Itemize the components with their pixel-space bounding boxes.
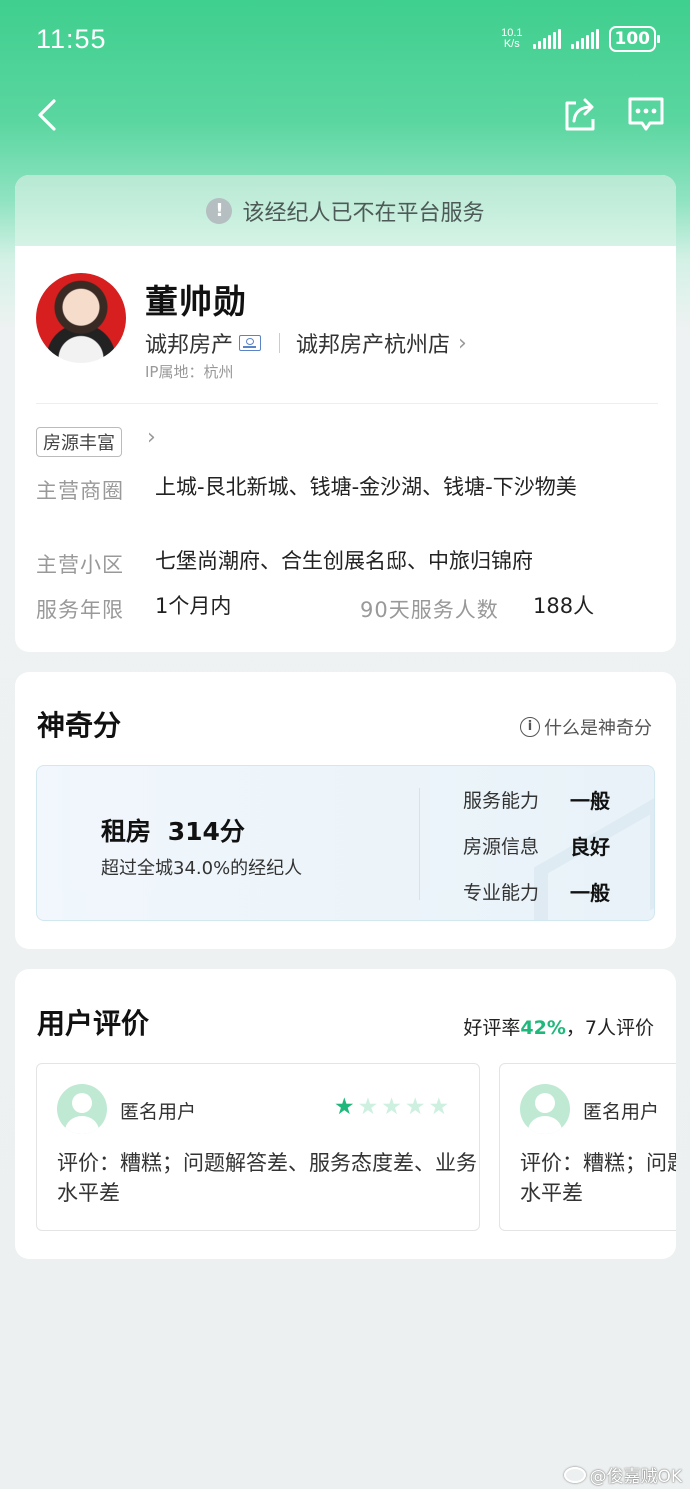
store-name[interactable]: 诚邦房产杭州店 [296,327,450,359]
served-count-label: 90天服务人数 [360,598,499,622]
star-icon: ★ [381,1094,402,1120]
metric-label: 服务能力 [463,790,540,812]
metric-value: 一般 [570,881,610,905]
service-years-value: 1个月内 [155,594,232,618]
review-text: 评价：糟糕；问题解答差、服务态度差、业务水平差 [57,1151,477,1205]
review-rate: 好评率42%，7人评价 [463,1017,654,1039]
listing-tag[interactable]: 房源丰富 [36,427,122,457]
user-avatar-icon [57,1084,107,1134]
review-item[interactable]: 匿名用户 ★★★★★ 评价：糟糕；问题解答差、服务态度差、业务水平差 [36,1063,480,1231]
chevron-left-icon[interactable] [30,95,70,135]
company-name: 诚邦房产 [145,333,234,358]
user-avatar-icon [520,1084,570,1134]
star-icon: ★ [357,1094,379,1120]
review-text: 评价：糟糕；问题解答差、服务态度差、业务水平差 [520,1151,676,1205]
net-speed: 10.1 K/s [501,27,523,50]
id-card-icon [239,335,262,351]
score-box[interactable]: 租房 314分 超过全城34.0%的经纪人 服务能力 一般 房源信息 良好 专业… [36,765,655,921]
battery-icon: 100 [608,26,660,52]
reviews-card: 用户评价 好评率42%，7人评价 匿名用户 ★ ★ ★ ★ ★ 评价：糟糕；问题解答差、… [15,969,676,1259]
community-label: 主营小区 [36,553,124,577]
review-user: 匿名用户 [120,1101,197,1123]
section-divider [36,403,658,404]
status-time: 11:55 [36,24,107,54]
served-count-value: 188人 [533,594,595,618]
info-icon: i [520,717,540,737]
nav-bar [0,85,690,145]
reviews-title: 用户评价 [37,1007,150,1040]
chevron-right-icon[interactable]: › [147,425,156,450]
weibo-icon [564,1466,587,1483]
magic-score-title: 神奇分 [37,709,122,742]
signal-icon [532,29,561,49]
message-icon[interactable] [624,93,668,135]
score-percentile: 超过全城34.0%的经纪人 [101,858,303,879]
star-icon: ★ [334,1094,355,1120]
chevron-right-icon[interactable]: › [458,331,467,356]
ip-location: IP属地：杭州 [145,363,234,381]
metric-value: 一般 [570,789,610,813]
metric-label: 房源信息 [463,836,540,858]
divider [419,788,420,900]
business-area-label: 主营商圈 [36,479,124,503]
status-bar: 11:55 10.1 K/s 100 [0,0,690,80]
metric-label: 专业能力 [463,882,540,904]
exclamation-icon: ! [206,197,233,224]
watermark: @俊嘉贼OK [564,1462,682,1487]
magic-score-help[interactable]: i 什么是神奇分 [520,714,652,740]
star-icon: ★ [404,1094,426,1120]
agent-company-row[interactable]: 诚邦房产 诚邦房产杭州店 › [145,327,467,359]
inactive-notice: ! 该经纪人已不在平台服务 [15,175,676,246]
review-user: 匿名用户 [583,1101,660,1123]
divider [279,333,281,353]
share-icon[interactable] [560,95,600,135]
score-main: 租房 314分 [101,817,245,846]
service-years-label: 服务年限 [36,598,124,622]
star-rating: ★ ★ ★ ★ ★ [334,1094,449,1120]
magic-score-card: 神奇分 i 什么是神奇分 租房 314分 超过全城34.0%的经纪人 服务能力 … [15,672,676,949]
star-icon: ★ [428,1094,450,1120]
agent-name: 董帅勋 [145,282,247,321]
status-indicators: 10.1 K/s 100 [501,26,660,52]
community-value: 七堡尚潮府、合生创展名邸、中旅归锦府 [155,549,533,573]
metric-value: 良好 [570,835,610,859]
agent-avatar [36,273,126,363]
review-item[interactable]: 匿名用户 ★★★★★ 评价：糟糕；问题解答差、服务态度差、业务水平差 [499,1063,676,1231]
agent-card: ! 该经纪人已不在平台服务 董帅勋 诚邦房产 诚邦房产杭州店 › IP属地：杭州… [15,175,676,652]
signal-icon-2 [570,29,599,49]
business-area-value: 上城-艮北新城、钱塘-金沙湖、钱塘-下沙物美 [155,475,577,499]
